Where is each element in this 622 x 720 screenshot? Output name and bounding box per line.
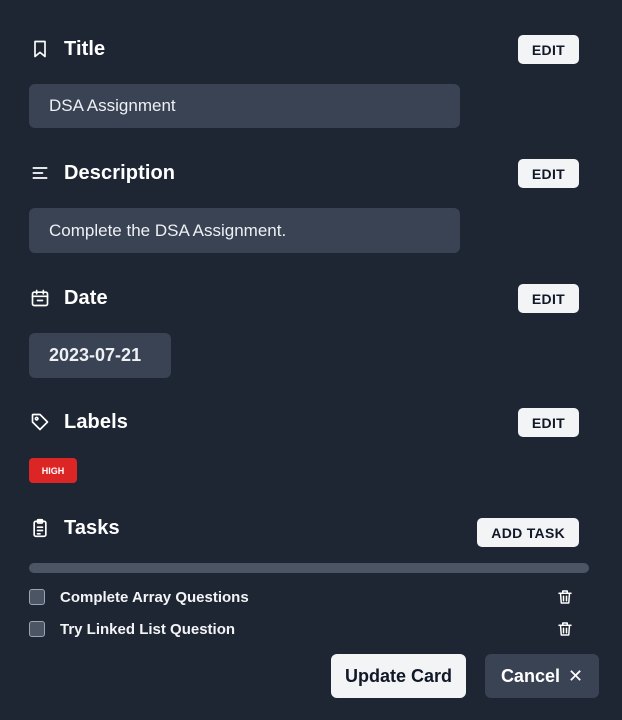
edit-labels-button[interactable]: EDIT [517,408,579,437]
task-checkbox[interactable] [29,589,45,605]
date-heading: Date [64,286,108,309]
task-label: Try Linked List Question [60,620,236,638]
edit-title-button[interactable]: EDIT [517,35,579,64]
bookmark-icon [29,38,51,60]
tasks-heading: Tasks [64,516,120,539]
text-align-icon [29,162,51,184]
edit-description-button[interactable]: EDIT [517,159,579,188]
description-section-header: Description [29,158,175,188]
title-section-header: Title [29,34,105,64]
labels-heading: Labels [64,410,128,433]
update-card-button[interactable]: Update Card [331,654,466,698]
description-value: Complete the DSA Assignment. [29,208,460,253]
cancel-button[interactable]: Cancel ✕ [485,654,599,698]
date-section-header: Date [29,283,108,313]
cancel-label: Cancel [500,665,560,686]
task-label: Complete Array Questions [60,588,249,606]
tasks-section-header: Tasks [29,513,120,543]
task-item: Complete Array Questions [29,586,574,608]
date-value: 2023-07-21 [29,333,171,378]
description-heading: Description [64,161,176,184]
clipboard-icon [29,517,51,539]
edit-date-button[interactable]: EDIT [517,284,579,313]
trash-icon[interactable] [556,588,574,606]
tasks-progress-bar [29,563,589,573]
task-checkbox[interactable] [29,621,45,637]
tag-icon [29,411,51,433]
labels-section-header: Labels [29,407,128,437]
add-task-button[interactable]: ADD TASK [477,518,579,547]
trash-icon[interactable] [556,620,574,638]
close-icon: ✕ [567,665,584,686]
title-value: DSA Assignment [29,84,460,128]
task-item: Try Linked List Question [29,618,574,640]
calendar-icon [29,287,51,309]
label-badge-high[interactable]: HIGH [29,458,77,483]
title-heading: Title [64,37,106,60]
